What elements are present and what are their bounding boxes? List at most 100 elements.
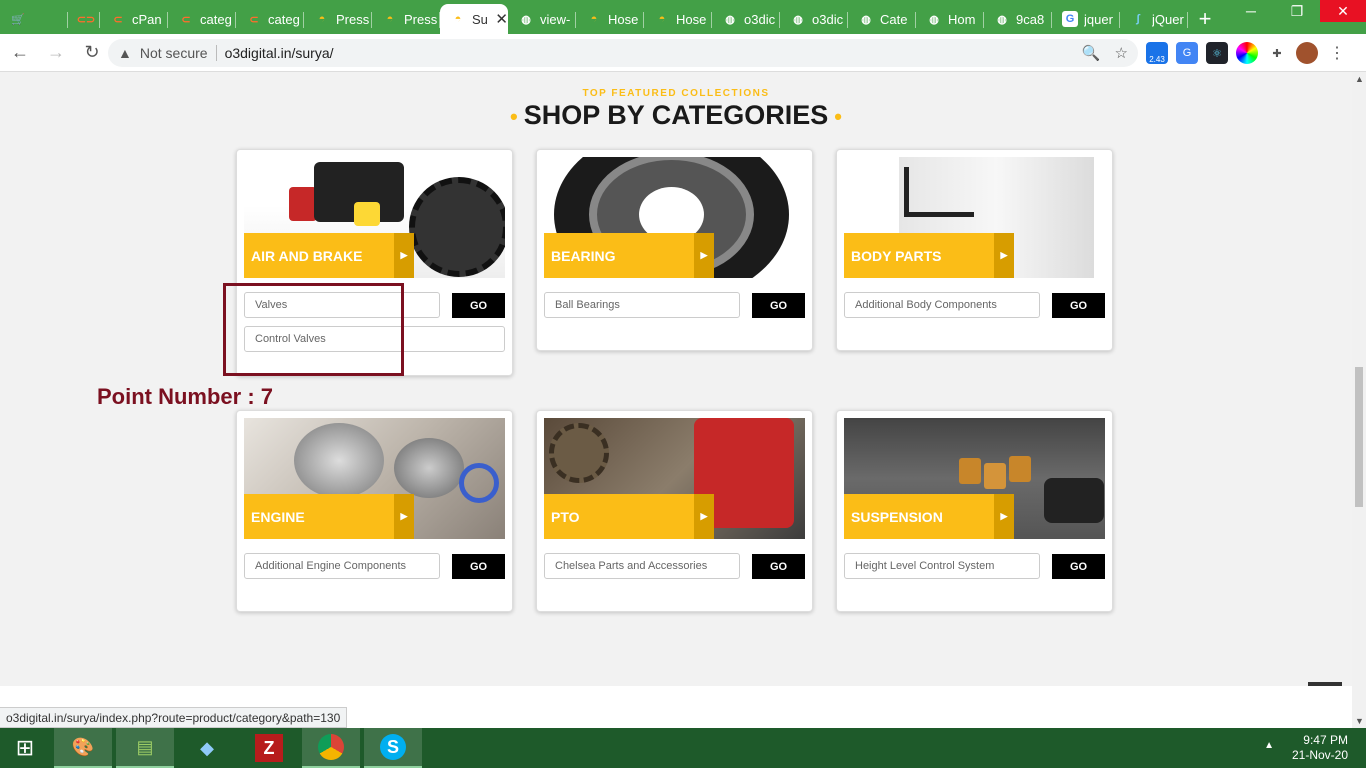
react-icon[interactable]: ⚛ — [1206, 42, 1228, 64]
tab-17[interactable]: ∫ jQuer — [1120, 4, 1188, 34]
category-badge-air-brake[interactable]: AIR AND BRAKE ▶ — [244, 233, 414, 278]
status-bar-url: o3digital.in/surya/index.php?route=produ… — [0, 707, 348, 728]
go-button[interactable]: GO — [452, 293, 505, 318]
tab-15[interactable]: ◍ 9ca8 — [984, 4, 1052, 34]
tab-12[interactable]: ◍ o3dic — [780, 4, 848, 34]
category-badge-body-parts[interactable]: BODY PARTS ▶ — [844, 233, 1014, 278]
category-name: SUSPENSION — [851, 508, 943, 525]
tab-6[interactable]: ◓ Press — [372, 4, 440, 34]
zoom-icon[interactable]: 🔍 — [1082, 44, 1101, 62]
tab-14[interactable]: ◍ Hom — [916, 4, 984, 34]
palette-icon: 🎨 — [71, 736, 95, 757]
address-bar[interactable]: ▲ Not secure o3digital.in/surya/ 🔍 ☆ — [108, 39, 1138, 67]
go-button[interactable]: GO — [1052, 293, 1105, 318]
tab-11[interactable]: ◍ o3dic — [712, 4, 780, 34]
puzzle-icon[interactable]: ✚ — [1266, 42, 1288, 64]
extension-badge-icon[interactable]: 2.43 — [1146, 42, 1168, 64]
section-heading: • SHOP BY CATEGORIES • — [0, 100, 1352, 131]
tab-9[interactable]: ◓ Hose — [576, 4, 644, 34]
reload-icon[interactable]: ↻ — [76, 37, 108, 69]
hose-ring-shape — [459, 463, 499, 503]
tab-0[interactable]: 🛒 — [0, 4, 68, 34]
tab-3[interactable]: ⊂ categ — [168, 4, 236, 34]
go-button[interactable]: GO — [752, 554, 805, 579]
taskbar-skype[interactable]: S — [364, 728, 422, 768]
category-badge-suspension[interactable]: SUSPENSION ▶ — [844, 494, 1014, 539]
caret-right-icon: ▶ — [994, 494, 1014, 539]
category-name: BODY PARTS — [851, 247, 942, 264]
taskbar-notes[interactable]: ◆ — [178, 728, 236, 768]
close-window-icon[interactable]: ✕ — [1320, 0, 1366, 22]
brass-fitting-3 — [1009, 456, 1031, 482]
category-badge-engine[interactable]: ENGINE ▶ — [244, 494, 414, 539]
chrome-icon — [318, 734, 344, 760]
category-card-engine: ENGINE ▶ Additional Engine Components GO — [236, 410, 513, 612]
translate-icon[interactable]: G — [1176, 42, 1198, 64]
windows-taskbar: ⊞ 🎨 ▤ ◆ Z S ▲ 9:47 PM 21-Nov-20 — [0, 728, 1366, 768]
taskbar-chrome[interactable] — [302, 728, 360, 768]
go-button[interactable]: GO — [452, 554, 505, 579]
scroll-up-icon[interactable]: ▲ — [1355, 74, 1364, 84]
tray-chevron-icon[interactable]: ▲ — [1264, 740, 1274, 751]
tab-active[interactable]: ◓ Su ✕ — [440, 4, 508, 34]
heading-text: SHOP BY CATEGORIES — [523, 100, 829, 130]
category-name: ENGINE — [251, 508, 305, 525]
jquery-icon: ∫ — [1136, 13, 1140, 25]
scroll-down-icon[interactable]: ▼ — [1355, 716, 1364, 726]
new-tab-button[interactable]: + — [1188, 4, 1222, 34]
taskbar-filezilla[interactable]: Z — [240, 728, 298, 768]
notes-icon: ◆ — [200, 737, 214, 758]
tab-10[interactable]: ◓ Hose — [644, 4, 712, 34]
avatar[interactable] — [1296, 42, 1318, 64]
tab-2[interactable]: ⊂ cPan — [100, 4, 168, 34]
url-text: o3digital.in/surya/ — [224, 45, 334, 61]
cart-icon: 🛒 — [11, 13, 25, 26]
google-icon: G — [1062, 11, 1078, 27]
scrollbar-thumb[interactable] — [1355, 367, 1363, 507]
subcategory-select[interactable]: Ball Bearings — [544, 292, 740, 318]
taskbar-paint[interactable]: 🎨 — [54, 728, 112, 768]
taskbar-notepad[interactable]: ▤ — [116, 728, 174, 768]
tab-4[interactable]: ⊂ categ — [236, 4, 304, 34]
brass-fitting-2 — [984, 463, 1006, 489]
globe-icon: ◍ — [997, 13, 1007, 26]
windows-logo-icon: ⊞ — [15, 735, 35, 760]
forward-icon[interactable]: → — [40, 37, 72, 69]
gauge-icon: ◓ — [454, 13, 462, 25]
subcategory-select[interactable]: Height Level Control System — [844, 553, 1040, 579]
tab-strip: 🛒 ⊂⊃ ⊂ cPan ⊂ categ ⊂ categ ◓ Press ◓ Press ◓… — [0, 0, 1366, 34]
close-tab-icon[interactable]: ✕ — [495, 10, 508, 28]
restore-icon[interactable]: ❐ — [1274, 0, 1320, 22]
tab-1[interactable]: ⊂⊃ — [68, 4, 100, 34]
window-controls: ─ ❐ ✕ — [1228, 0, 1366, 22]
globe-icon: ◍ — [521, 13, 531, 26]
color-picker-icon[interactable] — [1236, 42, 1258, 64]
caret-right-icon: ▶ — [694, 233, 714, 278]
page-scrollbar[interactable]: ▲ ▼ — [1352, 72, 1366, 728]
star-icon[interactable]: ☆ — [1115, 44, 1128, 62]
go-button[interactable]: GO — [752, 293, 805, 318]
category-badge-pto[interactable]: PTO ▶ — [544, 494, 714, 539]
subcategory-select[interactable]: Chelsea Parts and Accessories — [544, 553, 740, 579]
go-button[interactable]: GO — [1052, 554, 1105, 579]
gauge-icon: ◓ — [590, 13, 598, 25]
tab-5[interactable]: ◓ Press — [304, 4, 372, 34]
tab-13[interactable]: ◍ Cate — [848, 4, 916, 34]
tab-16[interactable]: Gjquer — [1052, 4, 1120, 34]
tab-8[interactable]: ◍ view- — [508, 4, 576, 34]
clock-date: 21-Nov-20 — [1291, 748, 1348, 762]
globe-icon: ◍ — [861, 13, 871, 26]
gear-shape — [409, 177, 505, 277]
taskbar-clock[interactable]: 9:47 PM 21-Nov-20 — [1292, 733, 1348, 763]
back-icon[interactable]: ← — [4, 37, 36, 69]
subcategory-select[interactable]: Additional Body Components — [844, 292, 1040, 318]
kebab-menu-icon[interactable]: ⋮ — [1326, 42, 1348, 64]
address-divider — [215, 45, 217, 61]
category-badge-bearing[interactable]: BEARING ▶ — [544, 233, 714, 278]
category-card-body-parts: BODY PARTS ▶ Additional Body Components G… — [836, 149, 1113, 351]
subcategory-select[interactable]: Additional Engine Components — [244, 553, 440, 579]
page-content: TOP FEATURED COLLECTIONS • SHOP BY CATEGO… — [0, 72, 1352, 686]
minimize-icon[interactable]: ─ — [1228, 0, 1274, 22]
start-button[interactable]: ⊞ — [0, 728, 50, 768]
clock-time: 9:47 PM — [1303, 733, 1348, 747]
